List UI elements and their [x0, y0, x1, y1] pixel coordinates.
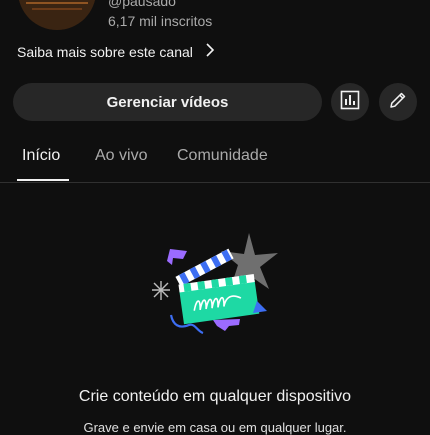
empty-state-subtitle: Grave e envie em casa ou em qualquer lug… — [83, 420, 347, 435]
manage-videos-button[interactable]: Gerenciar vídeos — [13, 83, 322, 121]
learn-more-link[interactable]: Saiba mais sobre este canal — [17, 43, 215, 60]
edit-channel-button[interactable] — [379, 83, 417, 121]
tab-inicio[interactable]: Início — [22, 147, 60, 165]
channel-tabs: Início Ao vivo Comunidade — [0, 138, 430, 183]
bar-chart-icon — [340, 90, 360, 115]
tab-comunidade[interactable]: Comunidade — [177, 147, 268, 165]
channel-handle: @pausado — [108, 0, 176, 9]
chevron-right-icon — [205, 43, 215, 60]
clapperboard-icon — [145, 225, 290, 340]
pencil-icon — [388, 90, 408, 115]
tab-ao-vivo[interactable]: Ao vivo — [95, 147, 147, 165]
learn-more-label: Saiba mais sobre este canal — [17, 43, 193, 60]
empty-state-title: Crie conteúdo em qualquer dispositivo — [78, 388, 352, 405]
manage-videos-label: Gerenciar vídeos — [106, 93, 229, 111]
active-tab-indicator — [17, 179, 69, 181]
analytics-button[interactable] — [331, 83, 369, 121]
channel-avatar[interactable] — [18, 0, 96, 30]
subscriber-count: 6,17 mil inscritos — [108, 13, 213, 29]
